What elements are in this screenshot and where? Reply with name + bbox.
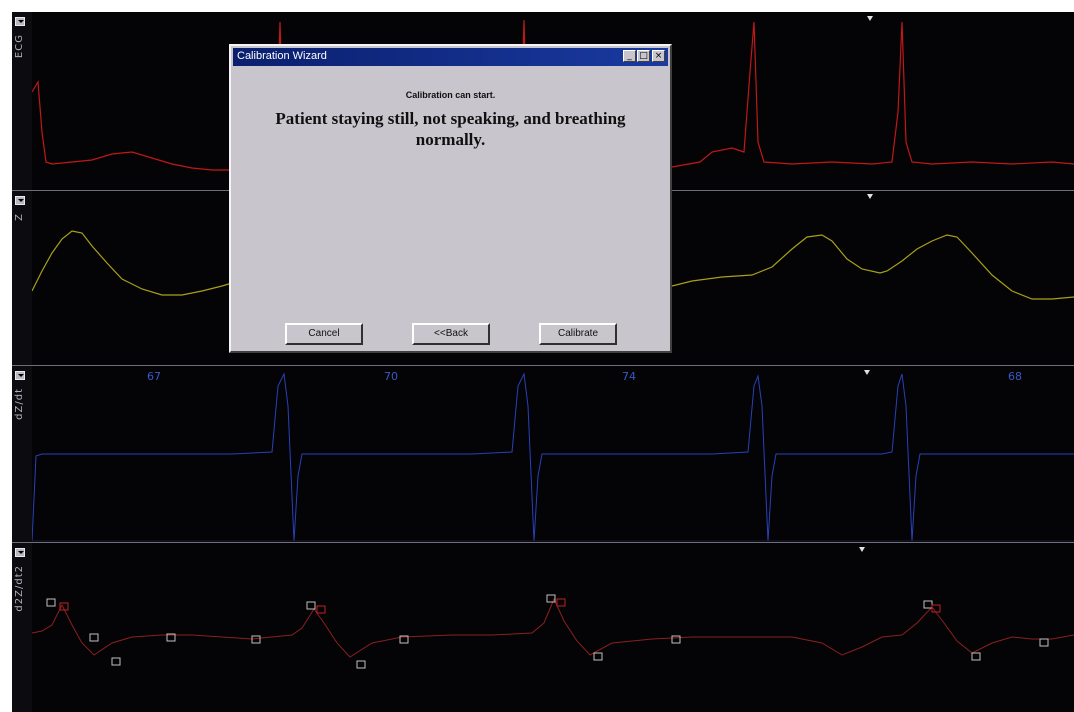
calibration-instruction: Patient staying still, not speaking, and… xyxy=(275,109,626,149)
channel-dzdt: dZ/dt 67 70 74 68 xyxy=(12,366,1074,543)
minimize-button[interactable]: _ xyxy=(623,50,636,62)
maximize-button[interactable]: □ xyxy=(637,50,650,62)
position-marker xyxy=(864,370,870,375)
position-marker xyxy=(867,194,873,199)
cancel-button[interactable]: Cancel xyxy=(285,323,363,345)
channel-name: ECG xyxy=(14,34,25,59)
channel-d2zdt2: d2Z/dt2 xyxy=(12,543,1074,712)
calibration-wizard-dialog: Calibration Wizard _ □ × Calibration can… xyxy=(229,44,672,353)
heart-rate-label: 67 xyxy=(147,370,161,383)
channel-menu-button[interactable] xyxy=(15,371,25,380)
channel-label-strip: dZ/dt xyxy=(12,366,32,542)
channel-menu-button[interactable] xyxy=(15,17,25,26)
channel-menu-button[interactable] xyxy=(15,548,25,557)
d2zdt2-trace xyxy=(32,594,1074,669)
close-button[interactable]: × xyxy=(652,50,665,62)
calibration-status-text: Calibration can start. xyxy=(405,90,496,100)
channel-label-strip: ECG xyxy=(12,12,32,190)
channel-label-strip: d2Z/dt2 xyxy=(12,543,32,712)
dialog-title: Calibration Wizard xyxy=(237,50,327,62)
dialog-titlebar[interactable]: Calibration Wizard _ □ × xyxy=(233,48,668,66)
heart-rate-label: 70 xyxy=(384,370,398,383)
back-button[interactable]: <<Back xyxy=(412,323,490,345)
dzdt-trace xyxy=(32,372,1074,542)
channel-label-strip: Z xyxy=(12,191,32,365)
position-marker xyxy=(867,16,873,21)
channel-name: Z xyxy=(14,213,25,221)
channel-name: dZ/dt xyxy=(14,388,25,420)
position-marker xyxy=(859,547,865,552)
channel-menu-button[interactable] xyxy=(15,196,25,205)
heart-rate-label: 74 xyxy=(622,370,636,383)
calibrate-button[interactable]: Calibrate xyxy=(539,323,617,345)
heart-rate-label: 68 xyxy=(1008,370,1022,383)
channel-name: d2Z/dt2 xyxy=(14,565,25,612)
